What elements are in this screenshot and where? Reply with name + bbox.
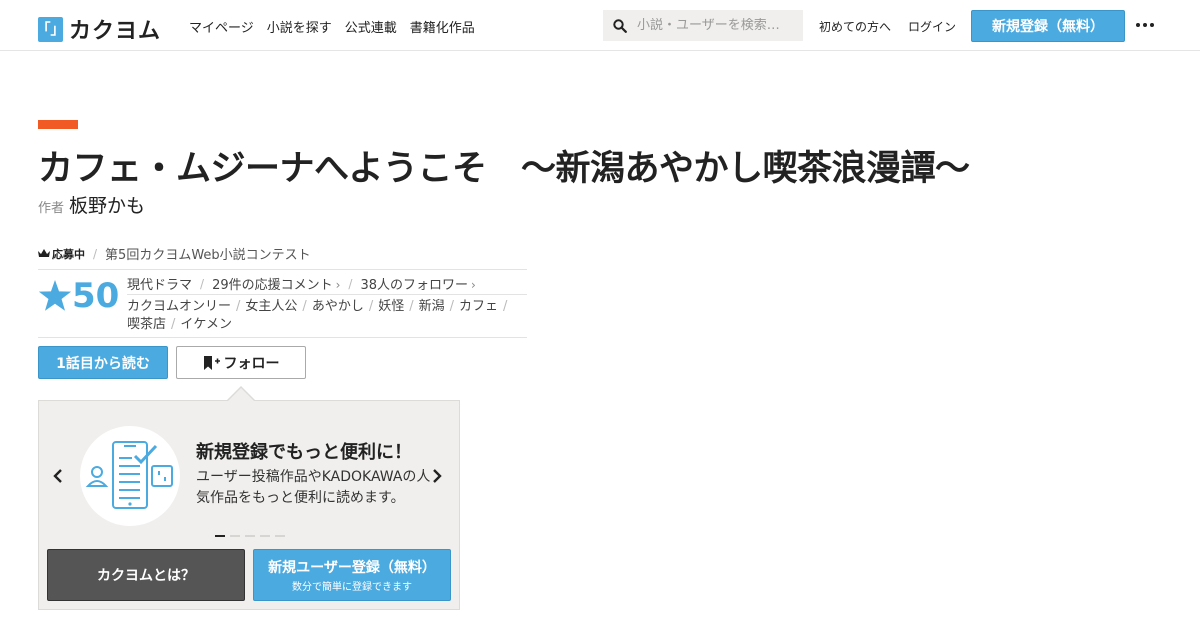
signup-promo-panel: 新規登録でもっと便利に！ ユーザー投稿作品やKADOKAWAの人気作品をもっと便…	[38, 400, 460, 610]
read-first-episode-button[interactable]: 1話目から読む	[38, 346, 168, 379]
search-box	[603, 10, 803, 41]
title-accent-bar	[38, 120, 78, 129]
contest-badge: 応募中	[38, 246, 85, 262]
site-header: 「」 カクヨム マイページ 小説を探す 公式連載 書籍化作品 初めての方へ ログ…	[0, 0, 1200, 51]
nav-published-works[interactable]: 書籍化作品	[410, 17, 475, 36]
carousel-dot[interactable]	[230, 535, 240, 537]
promo-heading: 新規登録でもっと便利に！	[196, 442, 412, 463]
contest-name[interactable]: 第5回カクヨムWeb小説コンテスト	[105, 244, 311, 263]
carousel-dot[interactable]	[260, 535, 270, 537]
logo-mark: 「」	[37, 16, 65, 42]
star-icon	[38, 280, 72, 311]
genre-link[interactable]: 現代ドラマ	[127, 274, 192, 293]
work-meta: 50 現代ドラマ / 29件の応援コメント › / 38人のフォロワー › カクヨム…	[38, 269, 527, 338]
divider: /	[93, 246, 98, 261]
tag[interactable]: 喫茶店	[127, 317, 166, 332]
global-nav: マイページ 小説を探す 公式連載 書籍化作品	[189, 17, 488, 36]
contest-line: 応募中 / 第5回カクヨムWeb小説コンテスト	[38, 244, 311, 263]
first-time-link[interactable]: 初めての方へ	[819, 18, 891, 35]
star-count: 50	[72, 276, 120, 316]
author-label: 作者	[38, 201, 65, 216]
star-rating[interactable]: 50	[38, 276, 119, 316]
comments-link[interactable]: 29件の応援コメント ›	[212, 274, 340, 293]
crown-icon	[38, 249, 50, 257]
carousel-dots	[215, 535, 290, 537]
tag[interactable]: イケメン	[180, 317, 232, 332]
tag[interactable]: カフェ	[459, 299, 498, 314]
author-line: 作者 板野かも	[38, 191, 145, 218]
promo-body: ユーザー投稿作品やKADOKAWAの人気作品をもっと便利に読めます。	[196, 469, 431, 506]
bookmark-plus-icon	[203, 355, 220, 370]
login-link[interactable]: ログイン	[908, 18, 956, 35]
divider	[127, 294, 527, 295]
followers-label: 38人のフォロワー	[360, 278, 469, 293]
register-button-sublabel: 数分で簡単に登録できます	[292, 582, 412, 593]
contest-badge-label: 応募中	[52, 247, 85, 261]
comments-label: 29件の応援コメント	[212, 278, 333, 293]
carousel-dot[interactable]	[275, 535, 285, 537]
tag[interactable]: あやかし	[312, 299, 364, 314]
author-name[interactable]: 板野かも	[69, 191, 145, 218]
nav-search-novels[interactable]: 小説を探す	[267, 17, 332, 36]
signup-button[interactable]: 新規登録（無料）	[971, 10, 1125, 42]
nav-mypage[interactable]: マイページ	[189, 17, 254, 36]
meta-stats-row: 現代ドラマ / 29件の応援コメント › / 38人のフォロワー ›	[127, 274, 527, 294]
chevron-right-icon: ›	[471, 278, 476, 292]
carousel-prev-icon[interactable]	[52, 465, 64, 489]
followers-link[interactable]: 38人のフォロワー ›	[360, 274, 475, 293]
register-button-label: 新規ユーザー登録（無料）	[268, 560, 436, 576]
kakuyomu-logo[interactable]: 「」 カクヨム	[37, 13, 162, 45]
divider: /	[200, 276, 205, 291]
divider: /	[348, 276, 353, 291]
follow-label: フォロー	[223, 355, 280, 372]
promo-pointer-inner	[228, 388, 254, 401]
tag-list: カクヨムオンリー / 女主人公 / あやかし / 妖怪 / 新潟 / カフェ / 喫茶店 / イケメン	[127, 299, 508, 332]
tag[interactable]: カクヨムオンリー	[127, 299, 231, 314]
logo-text: カクヨム	[69, 19, 162, 44]
search-icon[interactable]	[603, 18, 637, 33]
follow-button[interactable]: フォロー	[176, 346, 306, 379]
carousel-dot[interactable]	[245, 535, 255, 537]
tag[interactable]: 新潟	[419, 299, 445, 314]
tag[interactable]: 女主人公	[245, 299, 297, 314]
search-input[interactable]	[637, 18, 797, 33]
carousel-dot[interactable]	[215, 535, 225, 537]
phone-reading-illustration	[80, 426, 180, 526]
work-title[interactable]: カフェ・ムジーナへようこそ ～新潟あやかし喫茶浪漫譚～	[38, 140, 970, 191]
tag[interactable]: 妖怪	[378, 299, 404, 314]
more-menu-icon[interactable]	[1136, 23, 1157, 27]
about-kakuyomu-button[interactable]: カクヨムとは？	[47, 549, 245, 601]
register-button[interactable]: 新規ユーザー登録（無料） 数分で簡単に登録できます	[253, 549, 451, 601]
chevron-right-icon: ›	[335, 278, 341, 292]
nav-official-serials[interactable]: 公式連載	[345, 17, 397, 36]
